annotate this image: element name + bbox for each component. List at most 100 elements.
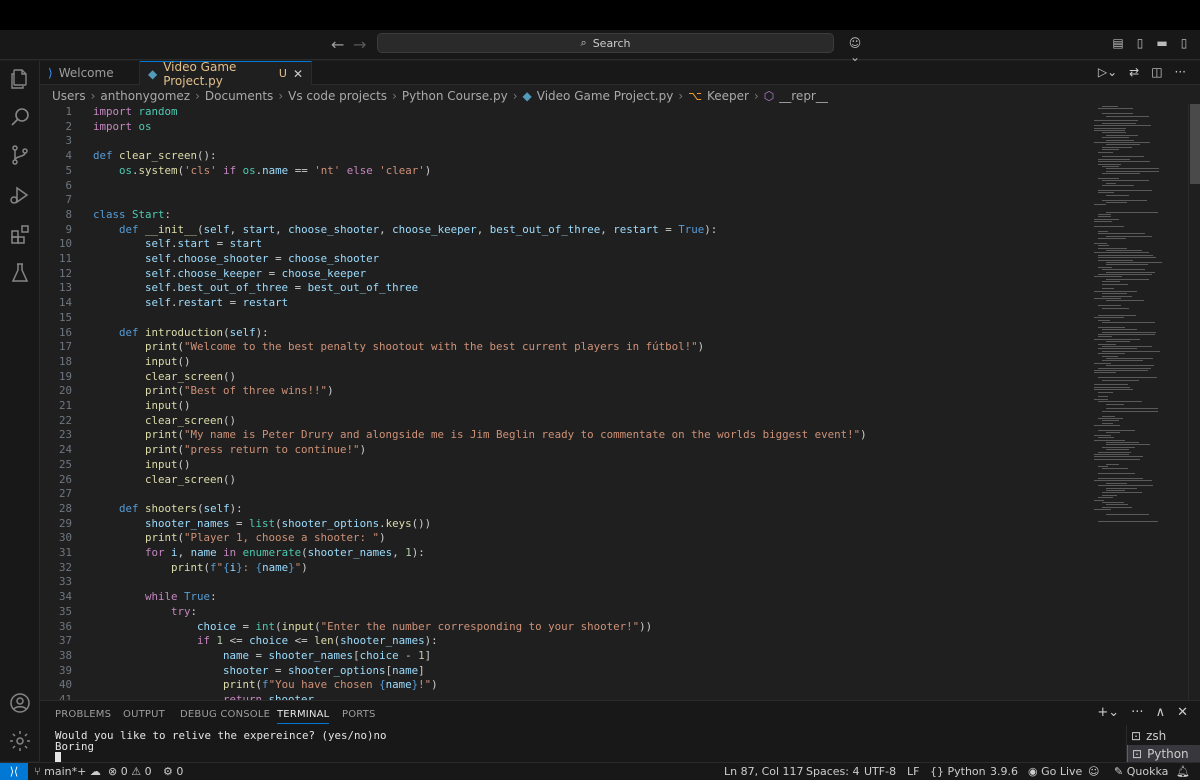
tab-welcome[interactable]: ⟩ Welcome [40, 61, 140, 85]
encoding[interactable]: UTF-8 [864, 765, 896, 778]
code-text[interactable]: if 1 <= choice <= len(shooter_names): [93, 634, 438, 649]
code-text[interactable]: print("Best of three wins!!") [93, 384, 334, 399]
code-text[interactable]: self.best_out_of_three = best_out_of_thr… [93, 281, 418, 296]
code-line[interactable]: 33 [40, 575, 1088, 590]
compare-icon[interactable]: ⇄ [1129, 65, 1139, 79]
code-line[interactable]: 27 [40, 487, 1088, 502]
code-text[interactable]: def shooters(self): [93, 502, 243, 517]
code-line[interactable]: 1 import random [40, 105, 1088, 120]
code-text[interactable]: print("press return to continue!") [93, 443, 366, 458]
breadcrumb-item[interactable]: Video Game Project.py [537, 89, 674, 103]
breadcrumb-item[interactable]: Users [52, 89, 86, 103]
code-line[interactable]: 11 self.choose_shooter = choose_shooter [40, 252, 1088, 267]
code-text[interactable]: print(f"{i}: {name}") [93, 561, 308, 576]
code-line[interactable]: 28 def shooters(self): [40, 502, 1088, 517]
more-actions-icon[interactable]: ··· [1175, 65, 1186, 79]
code-editor[interactable]: 1 import random 2 import os 3 4 def clear_scre… [40, 104, 1088, 700]
command-center-search[interactable]: ⌕ Search [377, 33, 834, 53]
breadcrumb-item[interactable]: Vs code projects [288, 89, 387, 103]
python-version[interactable]: 3.9.6 [990, 765, 1018, 778]
code-text[interactable]: def clear_screen(): [93, 149, 217, 164]
explorer-icon[interactable] [8, 67, 32, 91]
code-line[interactable]: 22 clear_screen() [40, 414, 1088, 429]
code-line[interactable]: 19 clear_screen() [40, 370, 1088, 385]
code-text[interactable]: input() [93, 399, 191, 414]
tab-video-game-project[interactable]: ◆ Video Game Project.py U ✕ [140, 60, 312, 88]
code-line[interactable]: 38 name = shooter_names[choice - 1] [40, 649, 1088, 664]
copilot-icon[interactable]: ☺⌄ [845, 36, 865, 64]
git-branch[interactable]: ⑂ main*+ ☁ [34, 765, 101, 778]
testing-icon[interactable] [8, 261, 32, 285]
code-line[interactable]: 40 print(f"You have chosen {name}!") [40, 678, 1088, 693]
code-line[interactable]: 17 print("Welcome to the best penalty sh… [40, 340, 1088, 355]
tab-problems[interactable]: PROBLEMS [55, 709, 111, 720]
code-text[interactable]: class Start: [93, 208, 171, 223]
notifications-bell-icon[interactable]: 🔔︎ [1176, 765, 1190, 778]
breadcrumb-item[interactable]: Documents [205, 89, 273, 103]
run-debug-icon[interactable] [8, 183, 32, 207]
toggle-panel-icon[interactable]: ▬ [1155, 36, 1169, 50]
terminal-item-python[interactable]: ⊡ Python [1127, 745, 1200, 763]
code-text[interactable]: shooter = shooter_options[name] [93, 664, 425, 679]
back-arrow-icon[interactable]: ← [331, 35, 344, 54]
language-mode[interactable]: {} Python [930, 765, 986, 778]
code-line[interactable]: 32 print(f"{i}: {name}") [40, 561, 1088, 576]
code-text[interactable]: self.restart = restart [93, 296, 288, 311]
cursor-position[interactable]: Ln 87, Col 117 [724, 765, 804, 778]
code-text[interactable]: print("Player 1, choose a shooter: ") [93, 531, 386, 546]
feedback-icon[interactable]: ☺ [1088, 765, 1099, 778]
forward-arrow-icon[interactable]: → [353, 35, 366, 54]
code-line[interactable]: 7 [40, 193, 1088, 208]
code-line[interactable]: 20 print("Best of three wins!!") [40, 384, 1088, 399]
breadcrumb-item[interactable]: Python Course.py [402, 89, 508, 103]
more-icon[interactable]: ··· [1131, 705, 1143, 720]
code-text[interactable]: import random [93, 105, 178, 120]
code-line[interactable]: 41 return shooter [40, 693, 1088, 700]
toggle-sidebar-icon[interactable]: ▯ [1133, 36, 1147, 50]
tab-output[interactable]: OUTPUT [123, 709, 165, 720]
code-line[interactable]: 9 def __init__(self, start, choose_shoot… [40, 223, 1088, 238]
quokka-button[interactable]: ✎ Quokka [1114, 765, 1168, 778]
code-line[interactable]: 31 for i, name in enumerate(shooter_name… [40, 546, 1088, 561]
search-view-icon[interactable] [8, 105, 32, 129]
code-line[interactable]: 4 def clear_screen(): [40, 149, 1088, 164]
toggle-secondary-sidebar-icon[interactable]: ▯ [1177, 36, 1191, 50]
code-line[interactable]: 2 import os [40, 120, 1088, 135]
code-text[interactable]: print(f"You have chosen {name}!") [93, 678, 438, 693]
code-text[interactable]: self.choose_keeper = choose_keeper [93, 267, 366, 282]
breadcrumb-item[interactable]: anthonygomez [100, 89, 190, 103]
code-text[interactable]: print("Welcome to the best penalty shoot… [93, 340, 704, 355]
accounts-icon[interactable] [8, 691, 32, 715]
code-line[interactable]: 16 def introduction(self): [40, 326, 1088, 341]
code-text[interactable]: while True: [93, 590, 217, 605]
settings-gear-icon[interactable] [8, 729, 32, 753]
code-text[interactable]: return shooter [93, 693, 314, 700]
code-text[interactable]: clear_screen() [93, 473, 236, 488]
maximize-panel-icon[interactable]: ∧ [1156, 705, 1166, 720]
code-line[interactable]: 6 [40, 179, 1088, 194]
code-text[interactable]: clear_screen() [93, 370, 236, 385]
code-text[interactable]: def introduction(self): [93, 326, 269, 341]
code-line[interactable]: 8 class Start: [40, 208, 1088, 223]
indentation[interactable]: Spaces: 4 [806, 765, 859, 778]
new-terminal-icon[interactable]: +⌄ [1097, 705, 1119, 720]
code-line[interactable]: 13 self.best_out_of_three = best_out_of_… [40, 281, 1088, 296]
tab-ports[interactable]: PORTS [342, 709, 376, 720]
code-text[interactable]: input() [93, 458, 191, 473]
code-text[interactable]: self.start = start [93, 237, 262, 252]
editor-scrollbar[interactable] [1188, 104, 1200, 700]
code-text[interactable]: import os [93, 120, 152, 135]
terminal-item-zsh[interactable]: ⊡ zsh [1127, 727, 1200, 745]
code-line[interactable]: 23 print("My name is Peter Drury and alo… [40, 428, 1088, 443]
code-line[interactable]: 36 choice = int(input("Enter the number … [40, 620, 1088, 635]
customize-layout-icon[interactable]: ▤ [1111, 36, 1125, 50]
code-text[interactable]: choice = int(input("Enter the number cor… [93, 620, 652, 635]
code-text[interactable]: try: [93, 605, 197, 620]
code-text[interactable]: def __init__(self, start, choose_shooter… [93, 223, 717, 238]
ports-indicator[interactable]: ⚙ 0 [163, 765, 183, 778]
code-text[interactable]: self.choose_shooter = choose_shooter [93, 252, 379, 267]
code-line[interactable]: 39 shooter = shooter_options[name] [40, 664, 1088, 679]
code-line[interactable]: 24 print("press return to continue!") [40, 443, 1088, 458]
run-file-icon[interactable]: ▷⌄ [1098, 65, 1117, 79]
code-line[interactable]: 35 try: [40, 605, 1088, 620]
